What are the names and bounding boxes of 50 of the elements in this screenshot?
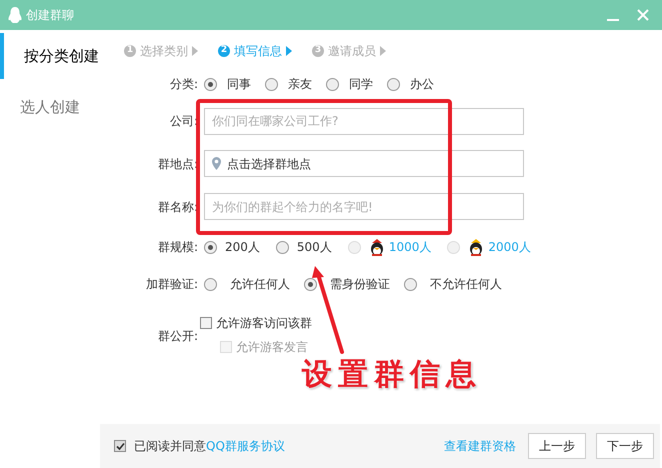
option-label: 1000人 — [388, 239, 432, 256]
close-icon[interactable] — [636, 8, 650, 22]
sidebar-tab[interactable]: 选人创建 — [0, 84, 100, 130]
step-label: 选择类别 — [140, 43, 188, 60]
penguin-icon — [468, 238, 484, 256]
radio-button[interactable] — [304, 278, 317, 290]
checkbox[interactable] — [114, 440, 126, 452]
checkbox-label: 允许游客访问该群 — [216, 315, 312, 332]
triangle-icon — [286, 46, 292, 56]
option-label: 不允许任何人 — [430, 276, 502, 293]
step-number: 3 — [312, 45, 324, 57]
radio-button[interactable] — [326, 78, 339, 90]
option-label: 同事 — [227, 76, 251, 93]
field-label: 群规模: — [156, 239, 199, 256]
option-label: 200人 — [225, 239, 260, 256]
triangle-icon — [380, 46, 386, 56]
field-label: 分类: — [168, 76, 199, 93]
map-pin-icon — [212, 157, 221, 170]
agreement-text: 已阅读并同意 — [134, 438, 206, 455]
penguin-icon — [8, 6, 22, 24]
option-label: 500人 — [296, 239, 332, 256]
step-label: 填写信息 — [234, 43, 282, 60]
back-button[interactable]: 上一步 — [528, 433, 586, 459]
next-button[interactable]: 下一步 — [596, 433, 654, 459]
triangle-icon — [192, 46, 198, 56]
option-label: 办公 — [410, 76, 434, 93]
location-field[interactable]: 点击选择群地点 — [204, 150, 524, 177]
option-label: 2000人 — [488, 239, 531, 256]
sidebar-tab[interactable]: 按分类创建 — [0, 33, 100, 79]
checkbox-label: 允许游客发言 — [236, 339, 308, 356]
step-label: 邀请成员 — [328, 43, 376, 60]
radio-button[interactable] — [204, 278, 217, 290]
window-title: 创建群聊 — [26, 7, 74, 24]
field-label: 群公开: — [156, 328, 199, 345]
option-label: 亲友 — [288, 76, 312, 93]
annotation-text: 设置群信息 — [302, 356, 482, 394]
radio-button[interactable] — [276, 240, 289, 254]
field-label: 加群验证: — [144, 276, 199, 293]
option-label: 需身份验证 — [330, 276, 390, 293]
radio-button[interactable] — [265, 78, 278, 90]
radio-button[interactable] — [204, 78, 217, 90]
checkbox[interactable] — [200, 317, 212, 329]
penguin-icon — [368, 238, 385, 256]
radio-button[interactable] — [404, 278, 417, 290]
option-label: 同学 — [349, 76, 373, 93]
option-label: 允许任何人 — [230, 276, 290, 293]
step-number: 2 — [218, 45, 230, 57]
step-number: 1 — [124, 45, 136, 57]
radio-button[interactable] — [204, 240, 217, 254]
radio-button[interactable] — [387, 78, 400, 90]
